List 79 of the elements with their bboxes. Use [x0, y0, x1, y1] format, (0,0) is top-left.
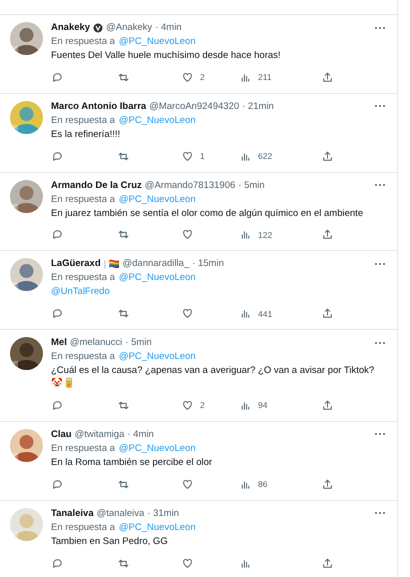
user-handle[interactable]: @twitamiga — [74, 428, 124, 440]
share-icon[interactable] — [321, 307, 334, 320]
retweet-icon[interactable] — [117, 228, 130, 242]
view-count: 94 — [258, 400, 268, 410]
view-count: 622 — [258, 151, 272, 162]
like-count: 2 — [200, 72, 205, 82]
view-count: 211 — [258, 72, 272, 82]
user-name[interactable]: Clau — [51, 428, 72, 440]
share-icon[interactable] — [321, 398, 334, 412]
share-icon[interactable] — [321, 478, 334, 491]
user-name[interactable]: Tanaleiva — [51, 508, 94, 519]
more-icon[interactable] — [373, 340, 387, 346]
post-time: · 15min — [192, 258, 224, 270]
user-name[interactable]: Anakeky — [51, 22, 90, 33]
like-count: 1 — [200, 151, 205, 162]
retweet-icon[interactable] — [117, 478, 130, 491]
reply-label: En respuesta a — [51, 36, 115, 47]
heart-icon[interactable] — [181, 307, 194, 320]
share-icon[interactable] — [321, 70, 334, 84]
heart-icon[interactable] — [181, 70, 194, 84]
retweet-icon[interactable] — [117, 70, 130, 84]
post-time: · 5min — [125, 337, 152, 348]
post-time: · 4min — [127, 428, 154, 440]
reply-icon[interactable] — [51, 70, 64, 84]
user-handle[interactable]: @dannaradilla_ — [122, 258, 190, 270]
like-count: 2 — [200, 400, 205, 410]
reply-icon[interactable] — [51, 398, 64, 412]
flag-emoji: | 🏳‍🌈 — [104, 258, 120, 269]
post-time: · 5min — [238, 180, 265, 191]
more-icon[interactable] — [373, 431, 387, 438]
reply-icon[interactable] — [51, 228, 64, 242]
share-icon[interactable] — [321, 228, 334, 242]
user-name[interactable]: Mel — [51, 337, 67, 348]
share-icon[interactable] — [321, 150, 334, 163]
user-name[interactable]: Armando De la Cruz — [51, 180, 142, 191]
user-handle[interactable]: @MarcoAn92494320 — [149, 100, 240, 112]
retweet-icon[interactable] — [117, 150, 130, 163]
share-icon[interactable] — [321, 556, 334, 570]
heart-icon[interactable] — [181, 556, 194, 570]
more-icon[interactable] — [373, 510, 387, 516]
user-handle[interactable]: @Anakeky — [106, 22, 152, 33]
user-handle[interactable]: @melanucci — [70, 337, 122, 348]
post-time: · 4min — [155, 22, 182, 33]
more-icon[interactable] — [373, 24, 387, 30]
tweet-text: En la Roma también se percibe el olor — [51, 456, 214, 470]
reply-label: En respuesta a — [51, 194, 115, 205]
reply-icon[interactable] — [51, 478, 64, 491]
post-time: · 21min — [242, 100, 274, 112]
user-handle[interactable]: @tanaleiva — [96, 508, 144, 519]
heart-icon[interactable] — [181, 478, 194, 491]
reply-label: En respuesta a — [51, 272, 115, 284]
view-count: 122 — [258, 230, 272, 240]
user-name[interactable]: Marco Antonio Ibarra — [51, 100, 146, 112]
tweet-text: ¿Cuál es el la causa? ¿apenas van a averiguar? ¿O van a avisar por Tiktok? 🤡🥫 — [51, 365, 376, 391]
user-handle[interactable]: @Armando78131906 — [144, 180, 236, 191]
tweet-text: En juarez también se sentía el olor como de algún químico en el ambiente — [51, 208, 364, 220]
heart-icon[interactable] — [181, 398, 194, 412]
user-name[interactable]: LaGüeraxd — [51, 258, 101, 270]
retweet-icon[interactable] — [117, 556, 130, 570]
reply-label: En respuesta a — [51, 442, 115, 454]
more-icon[interactable] — [373, 260, 387, 267]
reply-icon[interactable] — [51, 556, 64, 570]
tweet-text: Es la refinería!!!! — [51, 128, 122, 142]
reply-icon[interactable] — [51, 150, 64, 163]
post-time: · 31min — [147, 508, 179, 519]
reply-label: En respuesta a — [51, 351, 115, 362]
reply-label: En respuesta a — [51, 114, 115, 126]
heart-icon[interactable] — [181, 228, 194, 242]
reply-label: En respuesta a — [51, 522, 115, 533]
tweet-text: Tambien en San Pedro, GG — [51, 536, 169, 548]
view-count: 441 — [258, 308, 272, 319]
view-count: 86 — [258, 479, 268, 490]
retweet-icon[interactable] — [117, 307, 130, 320]
heart-icon[interactable] — [181, 150, 194, 163]
reply-icon[interactable] — [51, 307, 64, 320]
more-icon[interactable] — [373, 103, 387, 110]
retweet-icon[interactable] — [117, 398, 130, 412]
more-icon[interactable] — [373, 182, 387, 188]
tweet-text: Fuentes Del Valle huele muchísimo desde hace horas! — [51, 50, 282, 63]
